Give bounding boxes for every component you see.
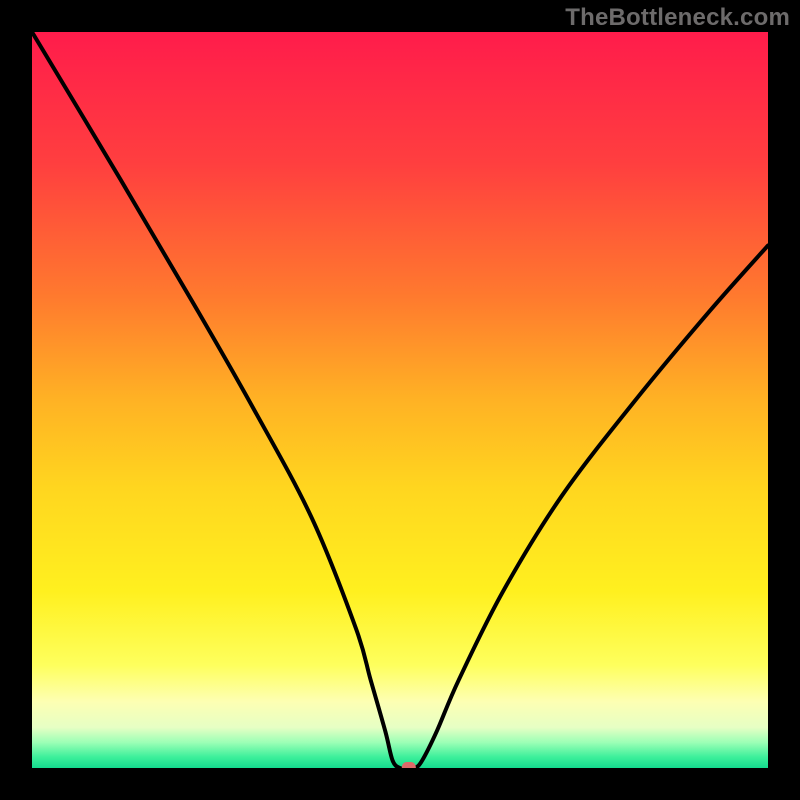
gradient-background (32, 32, 768, 768)
chart-svg (32, 32, 768, 768)
chart-frame: TheBottleneck.com (0, 0, 800, 800)
plot-area (32, 32, 768, 768)
watermark-text: TheBottleneck.com (565, 4, 790, 32)
